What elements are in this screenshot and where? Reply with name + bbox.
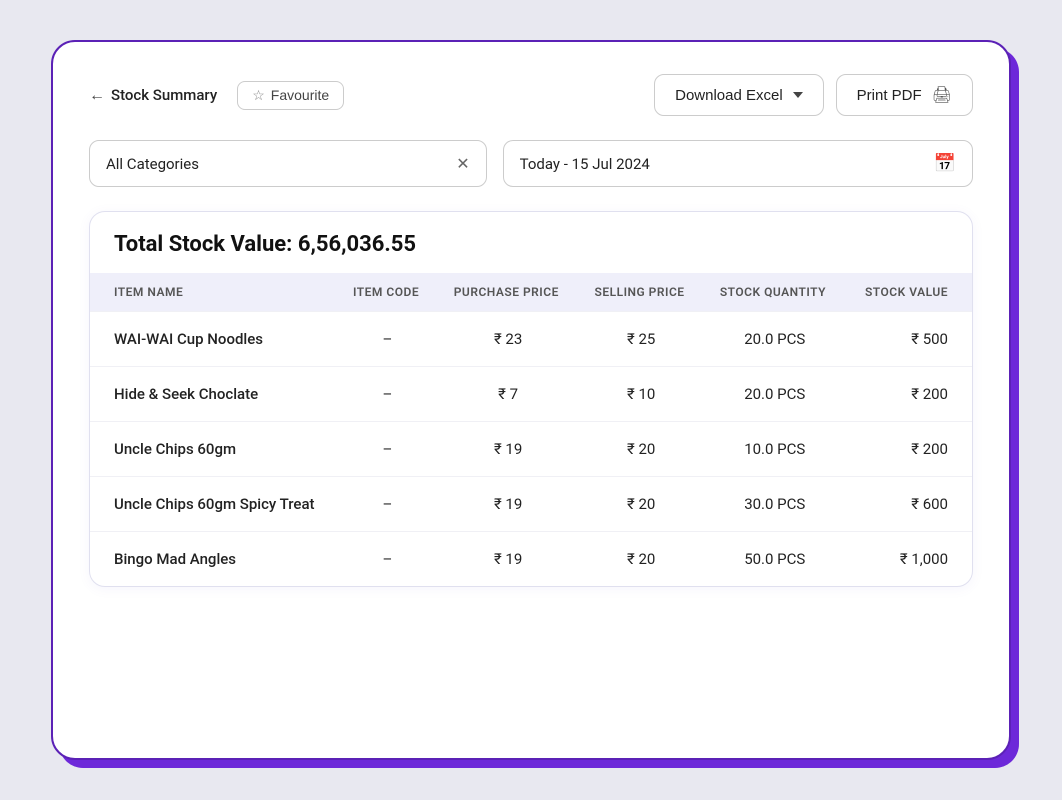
close-icon[interactable]: ✕ — [456, 154, 469, 173]
favourite-label: Favourite — [271, 87, 329, 103]
date-filter[interactable]: Today - 15 Jul 2024 📅 — [503, 140, 973, 187]
table-row: Uncle Chips 60gm Spicy Treat – ₹ 19 ₹ 20… — [90, 477, 972, 532]
action-buttons: Download Excel Print PDF 🖨 — [654, 74, 973, 116]
header-row: ← Stock Summary ☆ Favourite Download Exc… — [89, 74, 973, 116]
cell-stock-quantity: 50.0 PCS — [704, 532, 846, 587]
filters-row: All Categories ✕ Today - 15 Jul 2024 📅 — [89, 140, 973, 187]
cell-stock-quantity: 20.0 PCS — [704, 312, 846, 367]
cell-stock-value: ₹ 200 — [846, 422, 972, 477]
back-nav: ← Stock Summary ☆ Favourite — [89, 81, 344, 110]
cell-stock-value: ₹ 1,000 — [846, 532, 972, 587]
back-arrow-icon: ← — [89, 85, 105, 105]
cell-selling-price: ₹ 25 — [579, 312, 704, 367]
stock-table: Item name ITEM CODE PURCHASE PRICE SELLI… — [90, 273, 972, 586]
cell-purchase-price: ₹ 19 — [438, 422, 579, 477]
calendar-icon: 📅 — [934, 153, 956, 174]
cell-item-code: – — [337, 367, 438, 422]
cell-purchase-price: ₹ 23 — [438, 312, 579, 367]
cell-stock-quantity: 30.0 PCS — [704, 477, 846, 532]
table-row: Uncle Chips 60gm – ₹ 19 ₹ 20 10.0 PCS ₹ … — [90, 422, 972, 477]
cell-item-code: – — [337, 422, 438, 477]
back-label: Stock Summary — [111, 86, 217, 104]
col-item-name: Item name — [90, 273, 337, 312]
table-row: WAI-WAI Cup Noodles – ₹ 23 ₹ 25 20.0 PCS… — [90, 312, 972, 367]
category-filter[interactable]: All Categories ✕ — [89, 140, 487, 187]
table-header-row: Item name ITEM CODE PURCHASE PRICE SELLI… — [90, 273, 972, 312]
cell-stock-value: ₹ 200 — [846, 367, 972, 422]
stock-table-card: Total Stock Value: 6,56,036.55 Item name… — [89, 211, 973, 587]
date-label: Today - 15 Jul 2024 — [520, 155, 650, 173]
star-icon: ☆ — [252, 87, 265, 104]
cell-item-name: Uncle Chips 60gm — [90, 422, 337, 477]
printer-icon: 🖨 — [932, 85, 952, 105]
cell-item-name: WAI-WAI Cup Noodles — [90, 312, 337, 367]
col-item-code: ITEM CODE — [337, 273, 438, 312]
chevron-down-icon — [793, 92, 803, 98]
print-pdf-button[interactable]: Print PDF 🖨 — [836, 74, 973, 116]
favourite-button[interactable]: ☆ Favourite — [237, 81, 344, 110]
cell-purchase-price: ₹ 19 — [438, 477, 579, 532]
cell-item-code: – — [337, 312, 438, 367]
cell-selling-price: ₹ 10 — [579, 367, 704, 422]
cell-selling-price: ₹ 20 — [579, 477, 704, 532]
back-link[interactable]: ← Stock Summary — [89, 85, 217, 105]
cell-stock-value: ₹ 600 — [846, 477, 972, 532]
cell-item-code: – — [337, 532, 438, 587]
cell-stock-quantity: 10.0 PCS — [704, 422, 846, 477]
cell-item-name: Hide & Seek Choclate — [90, 367, 337, 422]
download-label: Download Excel — [675, 87, 783, 104]
total-stock-value: Total Stock Value: 6,56,036.55 — [90, 212, 972, 273]
col-stock-quantity: STOCK QUANTITY — [704, 273, 846, 312]
print-label: Print PDF — [857, 87, 922, 104]
cell-selling-price: ₹ 20 — [579, 422, 704, 477]
cell-stock-quantity: 20.0 PCS — [704, 367, 846, 422]
col-selling-price: SELLING PRICE — [579, 273, 704, 312]
cell-item-code: – — [337, 477, 438, 532]
cell-item-name: Uncle Chips 60gm Spicy Treat — [90, 477, 337, 532]
col-stock-value: STOCK VALUE — [846, 273, 972, 312]
cell-purchase-price: ₹ 19 — [438, 532, 579, 587]
cell-selling-price: ₹ 20 — [579, 532, 704, 587]
category-label: All Categories — [106, 155, 199, 173]
table-row: Hide & Seek Choclate – ₹ 7 ₹ 10 20.0 PCS… — [90, 367, 972, 422]
download-excel-button[interactable]: Download Excel — [654, 74, 824, 116]
cell-item-name: Bingo Mad Angles — [90, 532, 337, 587]
cell-purchase-price: ₹ 7 — [438, 367, 579, 422]
table-row: Bingo Mad Angles – ₹ 19 ₹ 20 50.0 PCS ₹ … — [90, 532, 972, 587]
cell-stock-value: ₹ 500 — [846, 312, 972, 367]
main-card: ← Stock Summary ☆ Favourite Download Exc… — [51, 40, 1011, 760]
col-purchase-price: PURCHASE PRICE — [438, 273, 579, 312]
